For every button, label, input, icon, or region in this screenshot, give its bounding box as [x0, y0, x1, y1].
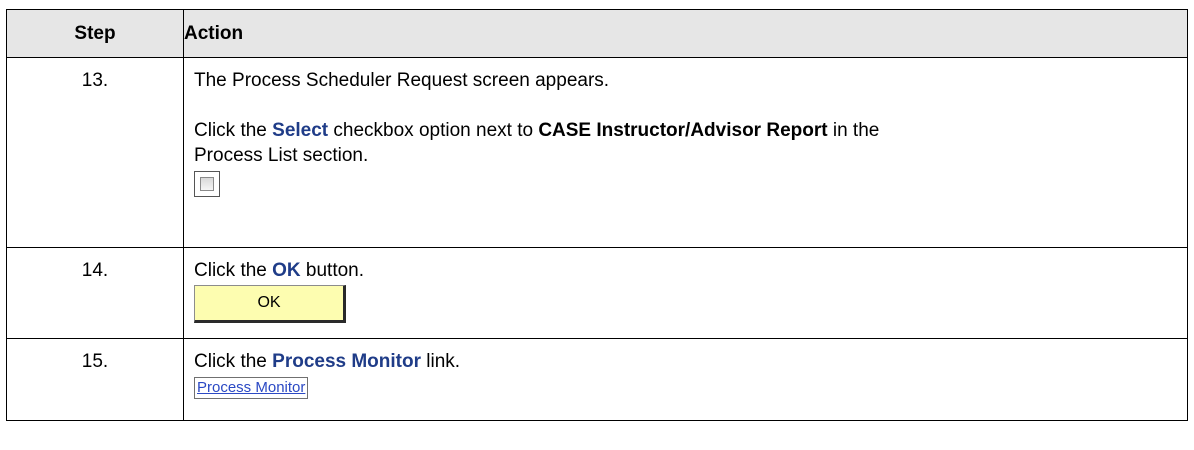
keyword-ok: OK — [272, 260, 301, 281]
action-instruction: Click the Process Monitor link. — [194, 351, 461, 372]
keyword-process-monitor: Process Monitor — [272, 351, 422, 372]
action-instruction: Click the OK button. — [194, 260, 365, 281]
page: Step Action 13. The Process Scheduler Re… — [0, 0, 1194, 450]
action-cell: Click the OK button. OK — [183, 247, 1188, 339]
step-column-header: Step — [6, 9, 184, 58]
checkbox-icon — [200, 177, 214, 191]
table-row: 14. Click the OK button. OK — [6, 247, 1188, 339]
steps-table: Step Action 13. The Process Scheduler Re… — [6, 9, 1188, 421]
action-column-header: Action — [183, 9, 1188, 58]
ok-button[interactable]: OK — [194, 285, 346, 323]
select-checkbox[interactable] — [194, 171, 220, 197]
action-instruction-cont: Process List section. — [194, 145, 369, 166]
keyword-report: CASE Instructor/Advisor Report — [538, 120, 828, 141]
table-row: 13. The Process Scheduler Request screen… — [6, 57, 1188, 248]
action-cell: Click the Process Monitor link. Process … — [183, 338, 1188, 421]
process-monitor-link[interactable]: Process Monitor — [194, 377, 309, 399]
action-instruction: Click the Select checkbox option next to… — [194, 120, 880, 141]
keyword-select: Select — [272, 120, 329, 141]
table-header-row: Step Action — [6, 9, 1188, 58]
step-number: 14. — [6, 247, 184, 339]
action-text: The Process Scheduler Request screen app… — [194, 70, 610, 91]
action-cell: The Process Scheduler Request screen app… — [183, 57, 1188, 248]
step-number: 13. — [6, 57, 184, 248]
step-number: 15. — [6, 338, 184, 421]
table-row: 15. Click the Process Monitor link. Proc… — [6, 338, 1188, 421]
